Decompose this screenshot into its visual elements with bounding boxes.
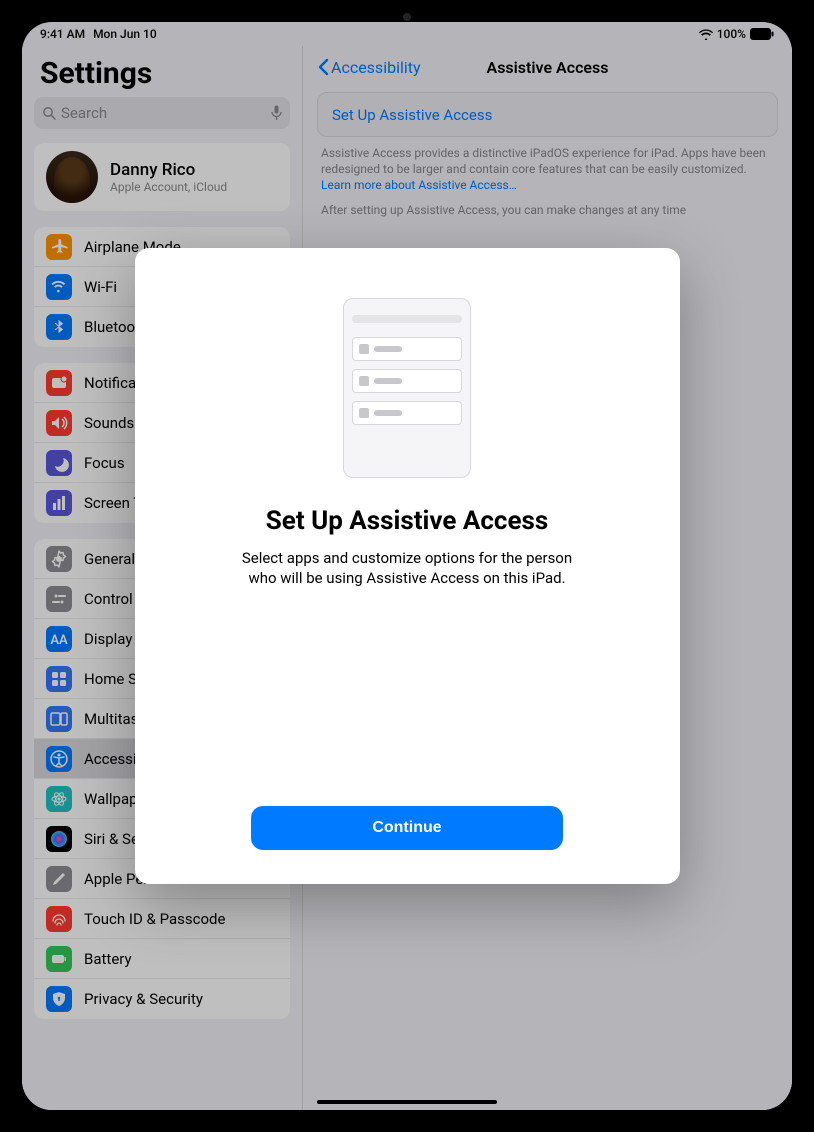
continue-button[interactable]: Continue: [251, 806, 563, 850]
ipad-device-frame: 9:41 AM Mon Jun 10 100% Settings: [0, 0, 814, 1132]
front-camera: [387, 12, 427, 22]
modal-illustration: [343, 298, 471, 478]
home-indicator[interactable]: [317, 1100, 497, 1104]
modal-scrim: Set Up Assistive Access Select apps and …: [22, 22, 792, 1110]
assistive-access-setup-modal: Set Up Assistive Access Select apps and …: [135, 248, 680, 884]
modal-body: Select apps and customize options for th…: [235, 548, 580, 589]
screen: 9:41 AM Mon Jun 10 100% Settings: [22, 22, 792, 1110]
modal-title: Set Up Assistive Access: [266, 506, 548, 536]
